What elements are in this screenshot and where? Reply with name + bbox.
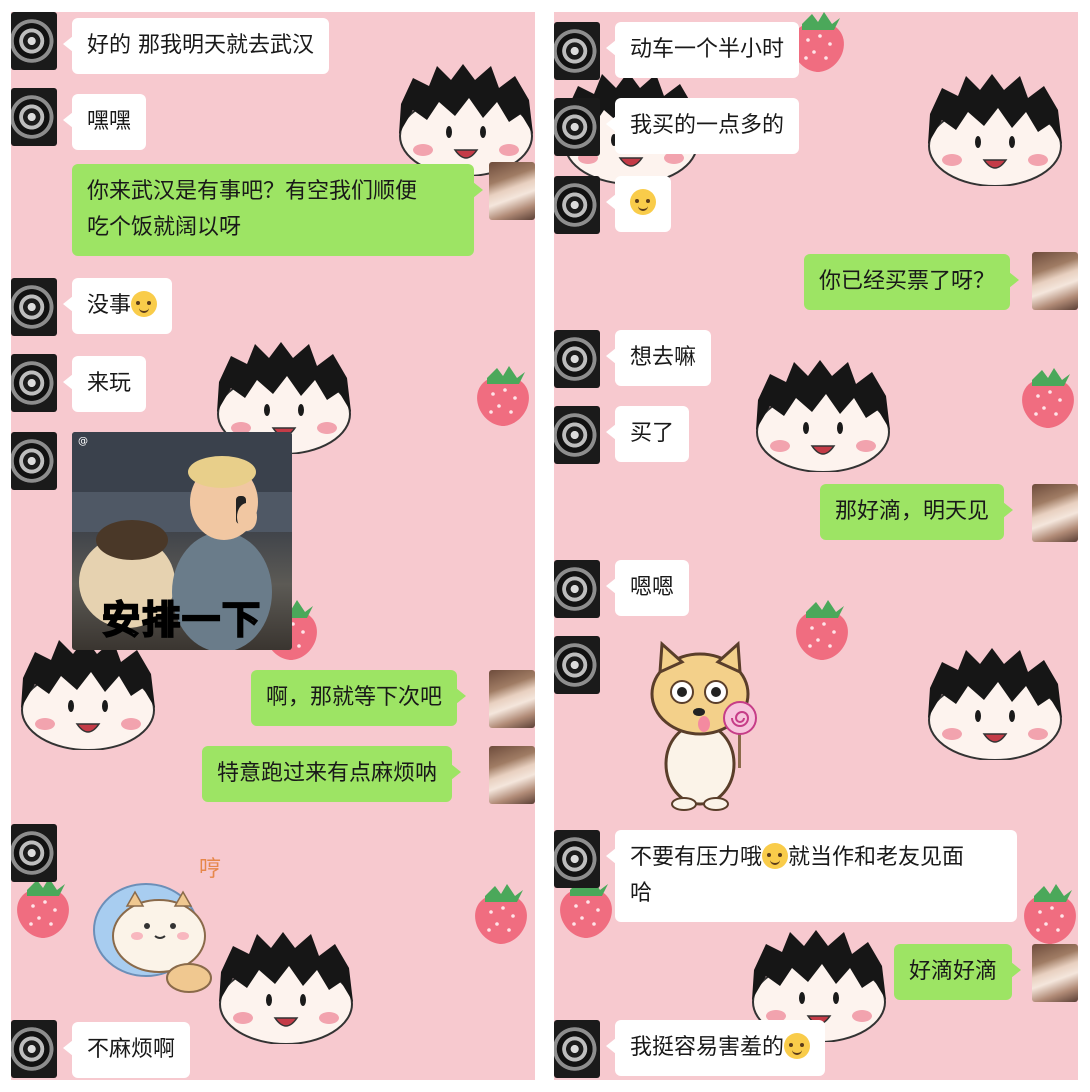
chat-panel-left[interactable]: 好的 那我明天就去武汉 嘿嘿 你来武汉是有事吧？有空我们顺便 吃个饭就阔以呀 没…	[11, 12, 535, 1080]
contact-avatar[interactable]	[11, 278, 57, 336]
contact-avatar[interactable]	[554, 330, 600, 388]
strawberry-icon	[477, 366, 529, 426]
my-avatar[interactable]	[1032, 484, 1078, 542]
message-line: 哈	[630, 881, 653, 906]
contact-avatar[interactable]	[11, 1020, 57, 1078]
my-avatar[interactable]	[489, 670, 535, 728]
my-avatar[interactable]	[1032, 252, 1078, 310]
contact-avatar[interactable]	[554, 1020, 600, 1078]
contact-avatar[interactable]	[11, 354, 57, 412]
strawberry-icon	[17, 878, 69, 938]
message-line: 吃个饭就阔以呀	[87, 215, 242, 240]
pillow-dog-sticker[interactable]: 哼	[91, 840, 251, 1010]
maruko-face-icon	[398, 64, 534, 176]
message-bubble-incoming[interactable]: 我挺容易害羞的	[605, 1020, 826, 1076]
message-bubble-outgoing[interactable]: 你来武汉是有事吧？有空我们顺便 吃个饭就阔以呀	[72, 164, 483, 256]
my-avatar[interactable]	[1032, 944, 1078, 1002]
strawberry-icon	[1022, 368, 1074, 428]
message-bubble-incoming[interactable]: 不麻烦啊	[62, 1022, 191, 1078]
contact-avatar[interactable]	[11, 88, 57, 146]
contact-avatar[interactable]	[554, 98, 600, 156]
maruko-face-icon	[927, 74, 1063, 186]
sticker-text: 哼	[199, 857, 221, 882]
contact-avatar[interactable]	[554, 176, 600, 234]
maruko-face-icon	[755, 360, 891, 472]
strawberry-icon	[475, 884, 527, 944]
message-text: 不要有压力哦	[630, 845, 763, 870]
message-bubble-incoming[interactable]: 来玩	[62, 356, 147, 412]
message-bubble-outgoing[interactable]: 好滴好滴	[894, 944, 1022, 1000]
contact-avatar[interactable]	[554, 636, 600, 694]
contact-avatar[interactable]	[554, 22, 600, 80]
chat-panel-right[interactable]: 动车一个半小时 我买的一点多的 你已经买票了呀？ 想去嘛 买了 那好滴，明天见 …	[554, 12, 1078, 1080]
strawberry-icon	[1024, 884, 1076, 944]
svg-text:@: @	[78, 436, 88, 447]
image-message[interactable]: @ 安排一下	[72, 432, 292, 650]
message-bubble-incoming[interactable]: 不要有压力哦 就当作和老友见面 哈	[606, 830, 1017, 922]
message-text: 没事	[87, 293, 132, 318]
message-bubble-incoming[interactable]: 动车一个半小时	[605, 22, 800, 78]
maruko-face-icon	[20, 638, 156, 750]
maruko-face-icon	[927, 648, 1063, 760]
smiling-face-emoji-icon	[762, 843, 789, 869]
message-bubble-incoming[interactable]: 我买的一点多的	[605, 98, 800, 154]
image-caption: 安排一下	[101, 597, 262, 643]
message-text: 就当作和老友见面	[788, 845, 965, 870]
contact-avatar[interactable]	[554, 830, 600, 888]
lollipop-dog-sticker-icon	[650, 640, 757, 811]
message-bubble-incoming[interactable]: 没事	[62, 278, 173, 334]
smiling-face-emoji-icon	[630, 189, 656, 215]
contact-avatar[interactable]	[554, 406, 600, 464]
message-line: 不要有压力哦 就当作和老友见面	[630, 840, 1002, 876]
contact-avatar[interactable]	[554, 560, 600, 618]
contact-avatar[interactable]	[11, 432, 57, 490]
message-bubble-outgoing[interactable]: 啊，那就等下次吧	[251, 670, 467, 726]
message-bubble-incoming[interactable]: 买了	[605, 406, 690, 462]
message-bubble-outgoing[interactable]: 那好滴，明天见	[820, 484, 1014, 540]
message-line: 你来武汉是有事吧？有空我们顺便	[87, 179, 418, 204]
message-bubble-incoming[interactable]: 好的 那我明天就去武汉	[63, 18, 329, 74]
message-bubble-incoming[interactable]: 想去嘛	[605, 330, 712, 386]
strawberry-icon	[796, 600, 848, 660]
message-bubble-incoming[interactable]	[606, 176, 671, 232]
contact-avatar[interactable]	[11, 12, 57, 70]
pillow-dog-sticker-icon: 哼	[93, 857, 221, 993]
message-text: 我挺容易害羞的	[630, 1035, 785, 1060]
message-bubble-outgoing[interactable]: 特意跑过来有点麻烦呐	[202, 746, 462, 802]
my-avatar[interactable]	[489, 746, 535, 804]
lollipop-dog-sticker[interactable]	[642, 638, 772, 814]
message-bubble-outgoing[interactable]: 你已经买票了呀？	[804, 254, 1020, 310]
my-avatar[interactable]	[489, 162, 535, 220]
contact-avatar[interactable]	[11, 824, 57, 882]
smiling-face-emoji-icon	[131, 291, 158, 317]
message-bubble-incoming[interactable]: 嘿嘿	[62, 94, 147, 150]
laughing-tears-emoji-icon	[784, 1033, 811, 1059]
message-bubble-incoming[interactable]: 嗯嗯	[605, 560, 690, 616]
